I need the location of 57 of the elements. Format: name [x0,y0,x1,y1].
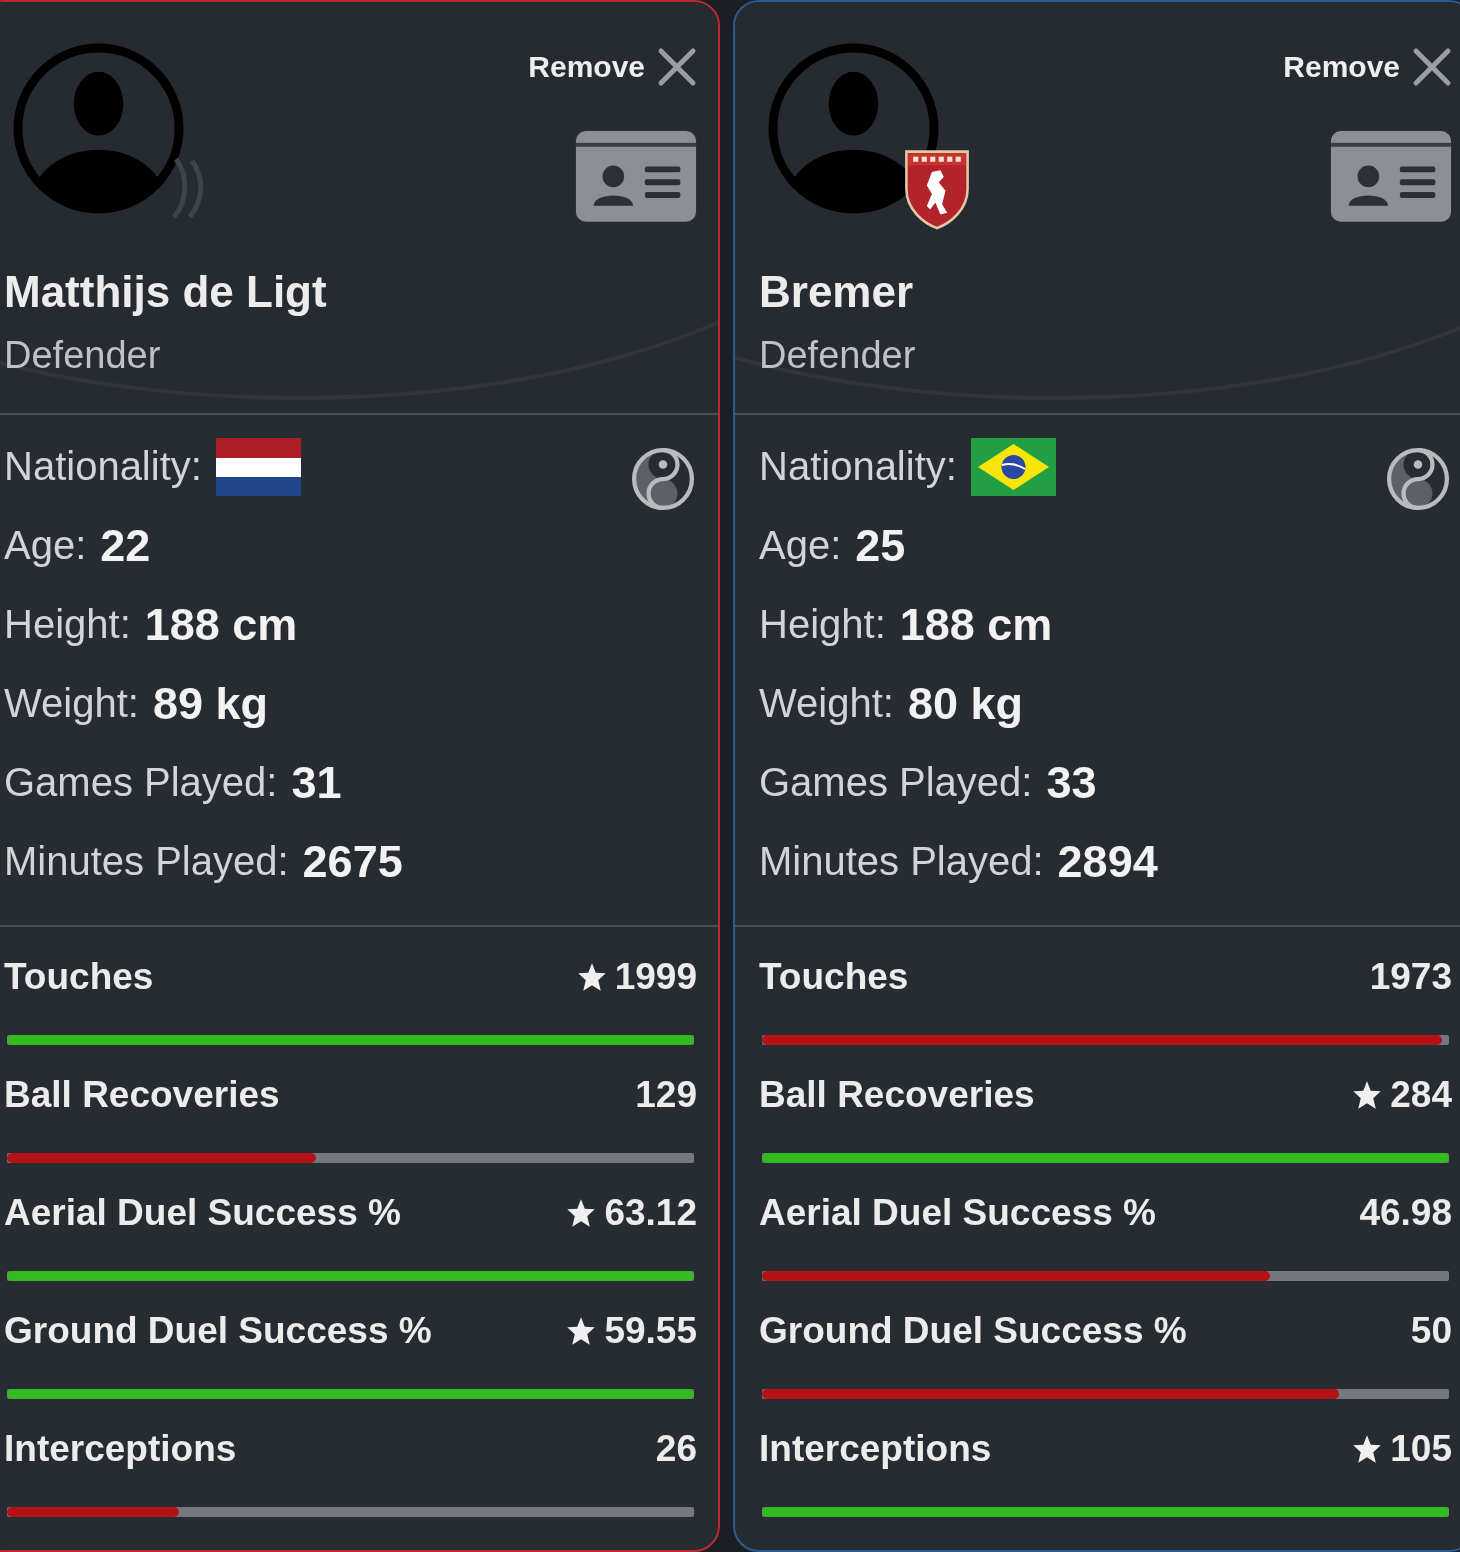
detail-value: 80 kg [907,677,1023,730]
stat-label: Aerial Duel Success % [4,1192,401,1234]
close-icon [1412,46,1452,87]
player-position: Defender [4,333,162,377]
stat-label: Ground Duel Success % [759,1310,1187,1352]
detail-value: 89 kg [152,677,268,730]
detail-value: 25 [855,519,906,572]
detail-label: Height: [759,602,886,647]
stat-value: 63.12 [604,1192,697,1234]
detail-label: Age: [759,523,842,568]
stat-label: Ground Duel Success % [4,1310,432,1352]
detail-label: Nationality: [4,444,202,489]
stat-label: Aerial Duel Success % [759,1192,1156,1234]
stat-value: 1999 [614,956,697,998]
detail-label: Age: [4,523,87,568]
flag-icon [215,437,301,496]
stat-value: 129 [635,1074,697,1116]
detail-value: 2894 [1057,835,1158,888]
detail-value: 2675 [302,835,403,888]
detail-label: Minutes Played: [759,839,1044,884]
close-icon [657,46,697,87]
detail-value: 188 cm [144,598,298,651]
detail-label: Weight: [759,681,894,726]
stat-value: 1973 [1369,956,1452,998]
detail-value: 22 [100,519,151,572]
stat-value: 105 [1390,1428,1452,1470]
player-name: Matthijs de Ligt [4,267,328,317]
detail-label: Games Played: [759,760,1033,805]
detail-label: Minutes Played: [4,839,289,884]
stat-value: 59.55 [604,1310,697,1352]
stat-value: 26 [655,1428,697,1470]
stat-value: 284 [1390,1074,1452,1116]
flag-icon [970,437,1056,496]
detail-value: 33 [1046,756,1097,809]
yin-yang-icon[interactable] [1384,445,1452,513]
detail-label: Height: [4,602,131,647]
id-card-icon[interactable] [1330,131,1452,222]
stat-value: 50 [1410,1310,1452,1352]
remove-button[interactable]: Remove [1283,46,1452,88]
stat-label: Ball Recoveries [759,1074,1035,1116]
player-name: Bremer [759,267,915,317]
stat-label: Touches [759,956,909,998]
stat-label: Interceptions [4,1428,237,1470]
player-position: Defender [759,333,917,377]
detail-value: 188 cm [899,598,1053,651]
stat-label: Touches [4,956,154,998]
yin-yang-icon[interactable] [629,445,697,513]
stat-label: Interceptions [759,1428,992,1470]
detail-label: Games Played: [4,760,278,805]
remove-button[interactable]: Remove [528,46,697,88]
detail-label: Nationality: [759,444,957,489]
detail-value: 31 [291,756,342,809]
stat-value: 46.98 [1359,1192,1452,1234]
shield-crest-icon [903,148,971,230]
id-card-icon[interactable] [575,131,697,222]
stat-label: Ball Recoveries [4,1074,280,1116]
detail-label: Weight: [4,681,139,726]
